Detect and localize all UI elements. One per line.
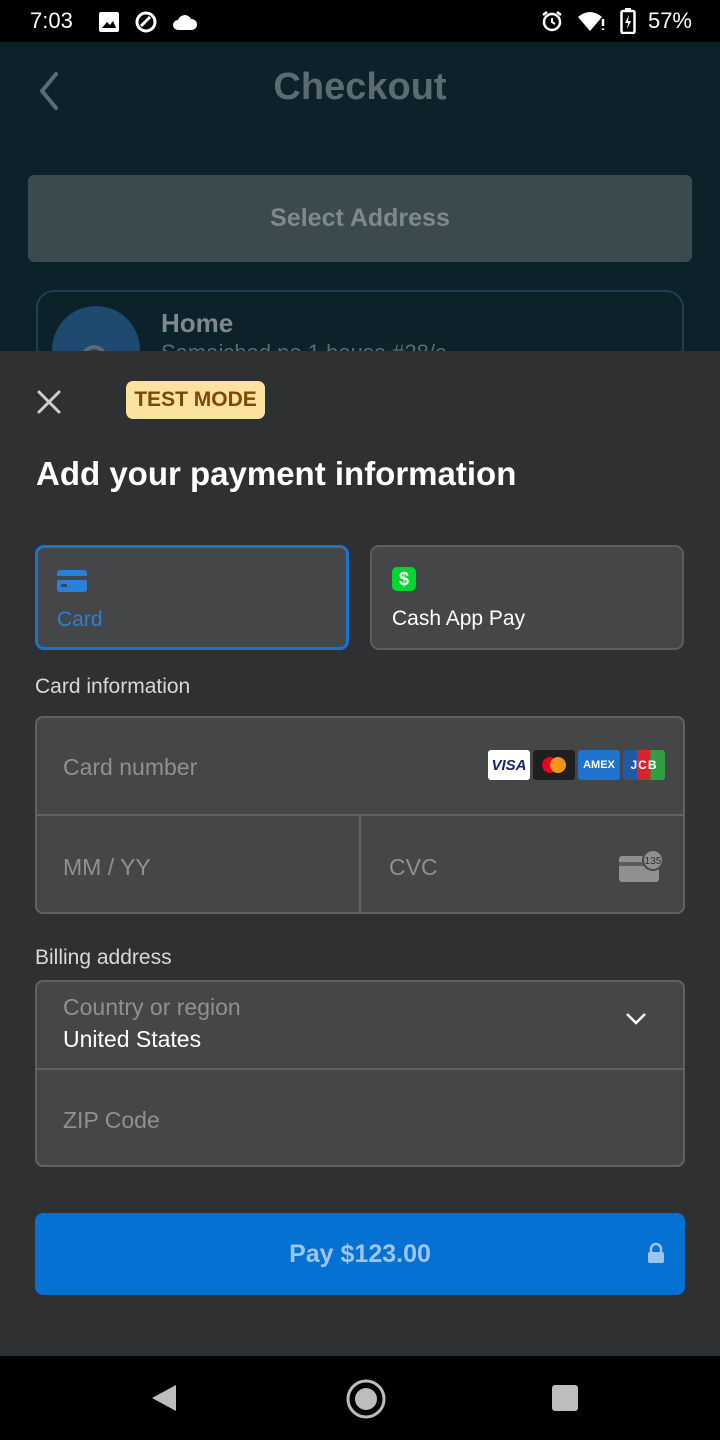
mastercard-icon: [533, 750, 575, 780]
payment-method-label: Cash App Pay: [392, 607, 526, 630]
status-bar: 7:03 57%: [0, 0, 720, 42]
payment-sheet: TEST MODE Add your payment information C…: [0, 351, 720, 1356]
expiry-input[interactable]: MM / YY: [63, 854, 151, 881]
card-information-fields: Card number VISA AMEX JCB MM / YY CVC 13…: [35, 716, 685, 914]
alarm-icon: [542, 11, 562, 32]
billing-address-label: Billing address: [35, 946, 172, 969]
chevron-down-icon[interactable]: [625, 1012, 647, 1026]
country-select[interactable]: United States: [63, 1026, 201, 1053]
cloud-icon: [173, 15, 198, 30]
image-icon: [99, 12, 119, 32]
battery-icon: [620, 8, 636, 34]
pay-button[interactable]: Pay $123.00: [35, 1213, 685, 1295]
payment-method-cash-app[interactable]: $ Cash App Pay: [370, 545, 684, 650]
page-title: Checkout: [273, 66, 447, 108]
system-icons: 57%: [540, 8, 692, 34]
navigation-bar: [0, 1356, 720, 1440]
cash-app-icon: $: [392, 567, 416, 591]
sync-icon: [135, 11, 157, 33]
cvc-card-icon: 135: [619, 850, 664, 882]
nav-recent-apps-icon[interactable]: [552, 1385, 578, 1411]
divider: [359, 816, 361, 912]
checkout-screen: Checkout Select Address Home Samaishad n…: [0, 42, 720, 410]
test-mode-badge: TEST MODE: [126, 381, 265, 419]
cvc-input[interactable]: CVC: [389, 854, 438, 881]
payment-method-label: Card: [57, 608, 103, 631]
svg-text:135: 135: [645, 856, 662, 867]
close-icon[interactable]: [36, 389, 62, 415]
nav-back-icon[interactable]: [150, 1383, 178, 1413]
notification-icons: [98, 10, 198, 34]
sheet-title: Add your payment information: [36, 455, 517, 492]
battery-percent: 57%: [647, 8, 692, 33]
card-brands: VISA AMEX JCB: [488, 750, 665, 780]
card-information-label: Card information: [35, 675, 191, 698]
lock-icon: [648, 1242, 664, 1263]
credit-card-icon: [57, 570, 87, 592]
jcb-icon: JCB: [623, 750, 665, 780]
wifi-icon: [577, 12, 605, 31]
visa-icon: VISA: [488, 750, 530, 780]
country-label: Country or region: [63, 994, 241, 1020]
pay-button-label: Pay $123.00: [289, 1239, 431, 1268]
select-address-button[interactable]: Select Address: [28, 175, 692, 262]
zip-code-input[interactable]: ZIP Code: [63, 1107, 160, 1134]
status-time: 7:03: [30, 8, 73, 33]
payment-method-card[interactable]: Card: [35, 545, 349, 650]
divider: [37, 1068, 683, 1070]
address-name: Home: [161, 308, 234, 338]
nav-home-icon[interactable]: [345, 1378, 387, 1420]
billing-address-fields: Country or region United States ZIP Code: [35, 980, 685, 1167]
card-number-input[interactable]: Card number: [63, 754, 197, 781]
amex-icon: AMEX: [578, 750, 620, 780]
